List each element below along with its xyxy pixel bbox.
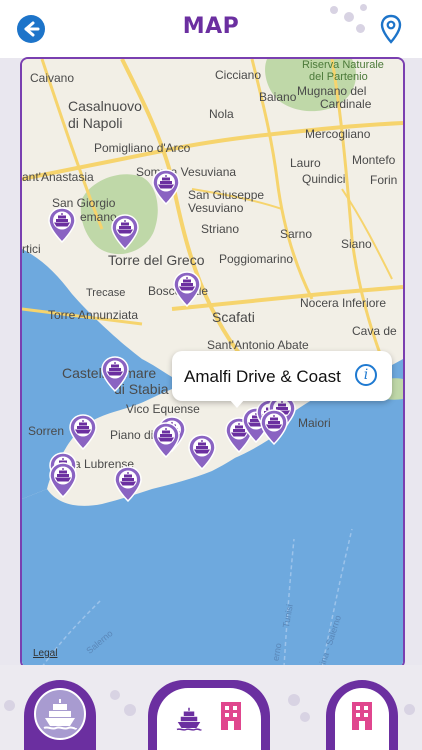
decor-dot [404,704,415,715]
map-label: Caivano [30,71,75,85]
tab-all-inner [157,688,261,750]
tab-cruises[interactable] [24,680,96,750]
tab-all[interactable] [148,680,270,750]
map-label: San Giuseppe [188,188,265,202]
ship-marker-icon[interactable] [48,207,76,244]
map-label: Cardinale [320,97,372,111]
hotel-icon [352,702,372,730]
ship-marker-icon[interactable] [49,462,77,499]
map-label: Montefo [352,153,396,167]
map-callout[interactable]: Amalfi Drive & Coast i [172,351,392,401]
map-label: Poggiomarino [219,252,294,266]
callout-title: Amalfi Drive & Coast [184,367,341,386]
map-label: Mugnano del [297,84,367,98]
map-label: del Partenio [309,71,368,83]
ship-marker-icon[interactable] [188,434,216,471]
ship-marker-icon[interactable] [260,409,288,446]
decor-dot [356,24,365,33]
map-label: Pomigliano d'Arco [94,141,191,155]
map-label: Quindici [302,172,346,186]
map-label: Cava de [352,324,397,338]
hotel-icon [221,702,241,730]
map-label: di Napoli [68,115,123,131]
map-label: Somma Vesuviana [136,165,237,179]
map-label: Striano [201,222,240,236]
tab-hotels[interactable] [326,680,398,750]
ship-marker-icon[interactable] [173,271,201,308]
callout-tail [229,399,245,408]
ship-marker-icon[interactable] [111,214,139,251]
map-label: Torre Annunziata [48,308,139,322]
decor-dot [124,704,136,716]
map-label: Forin [370,173,398,187]
map-label: Scafati [212,309,255,325]
decor-dot [344,12,354,22]
ship-marker-icon[interactable] [101,356,129,393]
decor-dot [330,6,338,14]
map-label: Casalnuovo [68,98,142,114]
decor-dot [4,700,15,711]
info-icon[interactable]: i [355,364,377,386]
tab-cruises-active [34,688,86,740]
decor-dot [360,4,367,11]
map-view[interactable]: Caivano Cicciano Riserva Naturale del Pa… [20,57,405,669]
map-label: Mercogliano [305,127,371,141]
map-label: Nola [209,107,234,121]
map-label: rtici [22,242,41,256]
map-label: Cicciano [215,68,262,82]
map-label: Nocera Inferiore [300,296,387,310]
location-pin-icon[interactable] [380,14,402,44]
ship-marker-icon[interactable] [152,422,180,459]
ship-marker-icon[interactable] [114,466,142,503]
map-label: Sant'Antonio Abate [207,338,309,352]
map-label: Vico Equense [126,402,200,416]
map-label: ant'Anastasia [22,170,94,184]
map-label: Lauro [290,156,321,170]
legal-link[interactable]: Legal [33,648,57,659]
ship-icon [43,699,77,730]
map-label: Riserva Naturale [302,59,384,71]
map-label: Siano [341,237,372,251]
tab-hotels-inner [335,688,389,750]
map-label: Maiori [298,416,331,430]
decor-dot [300,712,310,722]
ship-marker-icon[interactable] [69,414,97,451]
map-label: Sorren [28,424,65,438]
map-label: Torre del Greco [108,252,205,268]
ship-marker-icon[interactable] [152,169,180,206]
decor-dot [110,690,120,700]
map-label: Baiano [259,90,297,104]
map-label: Vesuviano [188,201,244,215]
map-label: Trecase [86,287,126,299]
ship-icon [176,707,202,731]
map-label: Sarno [280,227,313,241]
decor-dot [288,694,300,706]
